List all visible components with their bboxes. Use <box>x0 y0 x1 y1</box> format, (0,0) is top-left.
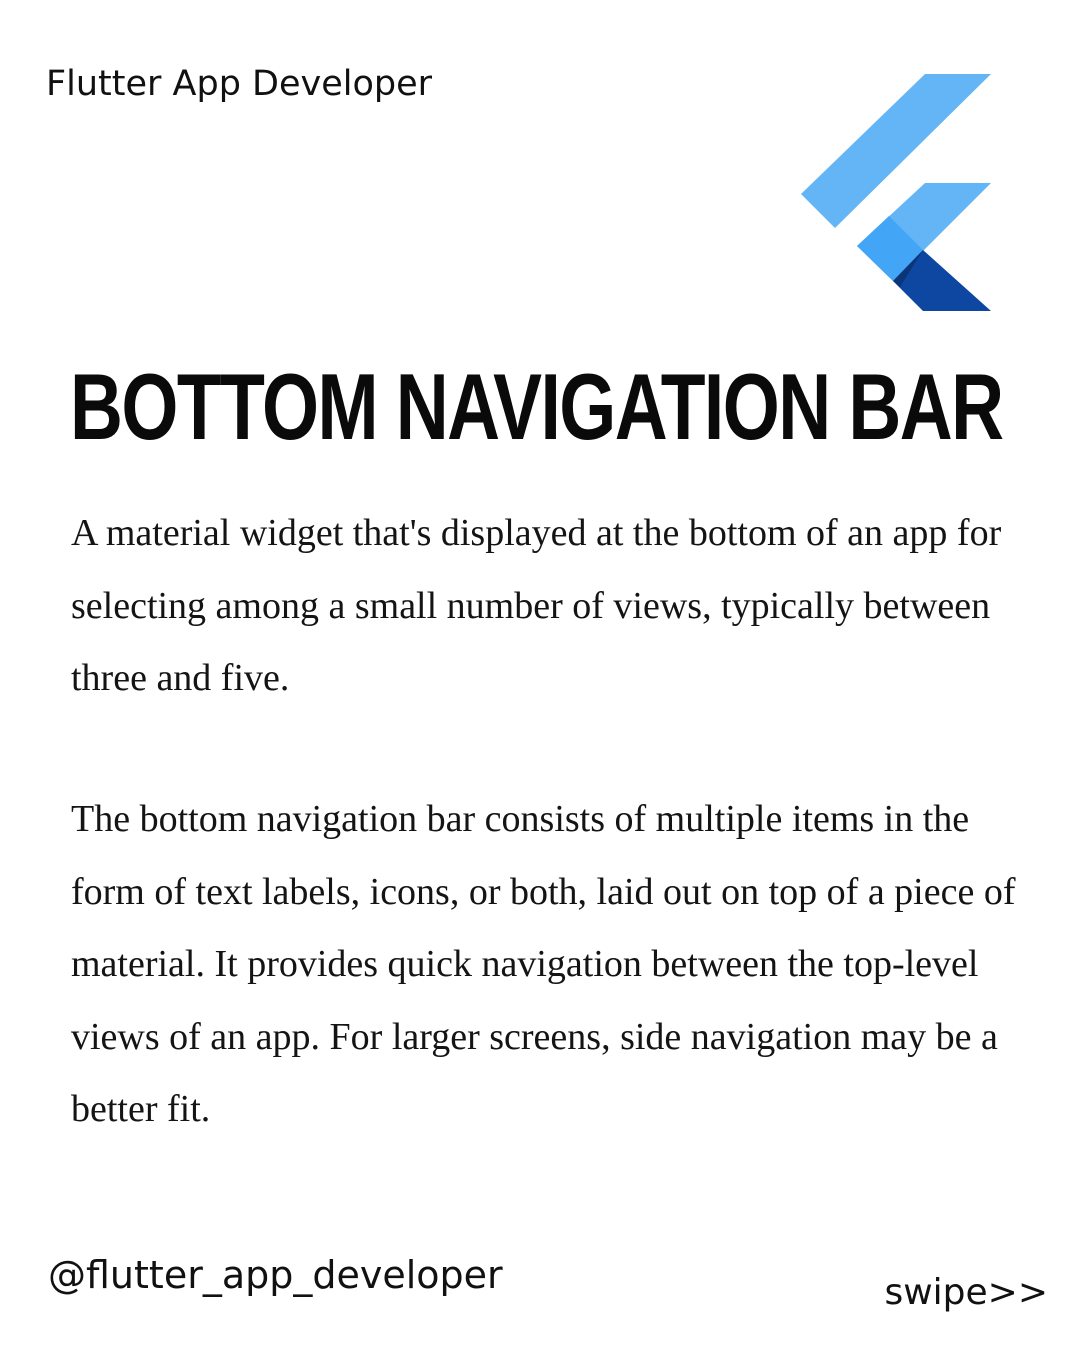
details-paragraph: The bottom navigation bar consists of mu… <box>71 798 1016 1130</box>
swipe-next-button[interactable]: swipe>> <box>884 1270 1048 1316</box>
account-handle: @flutter_app_developer <box>48 1253 503 1297</box>
flutter-logo-icon <box>801 74 991 311</box>
description-paragraph: A material widget that's displayed at th… <box>71 512 1002 699</box>
page-title: BOTTOM NAVIGATION BAR <box>70 354 1004 459</box>
brand-name: Flutter App Developer <box>46 64 433 104</box>
